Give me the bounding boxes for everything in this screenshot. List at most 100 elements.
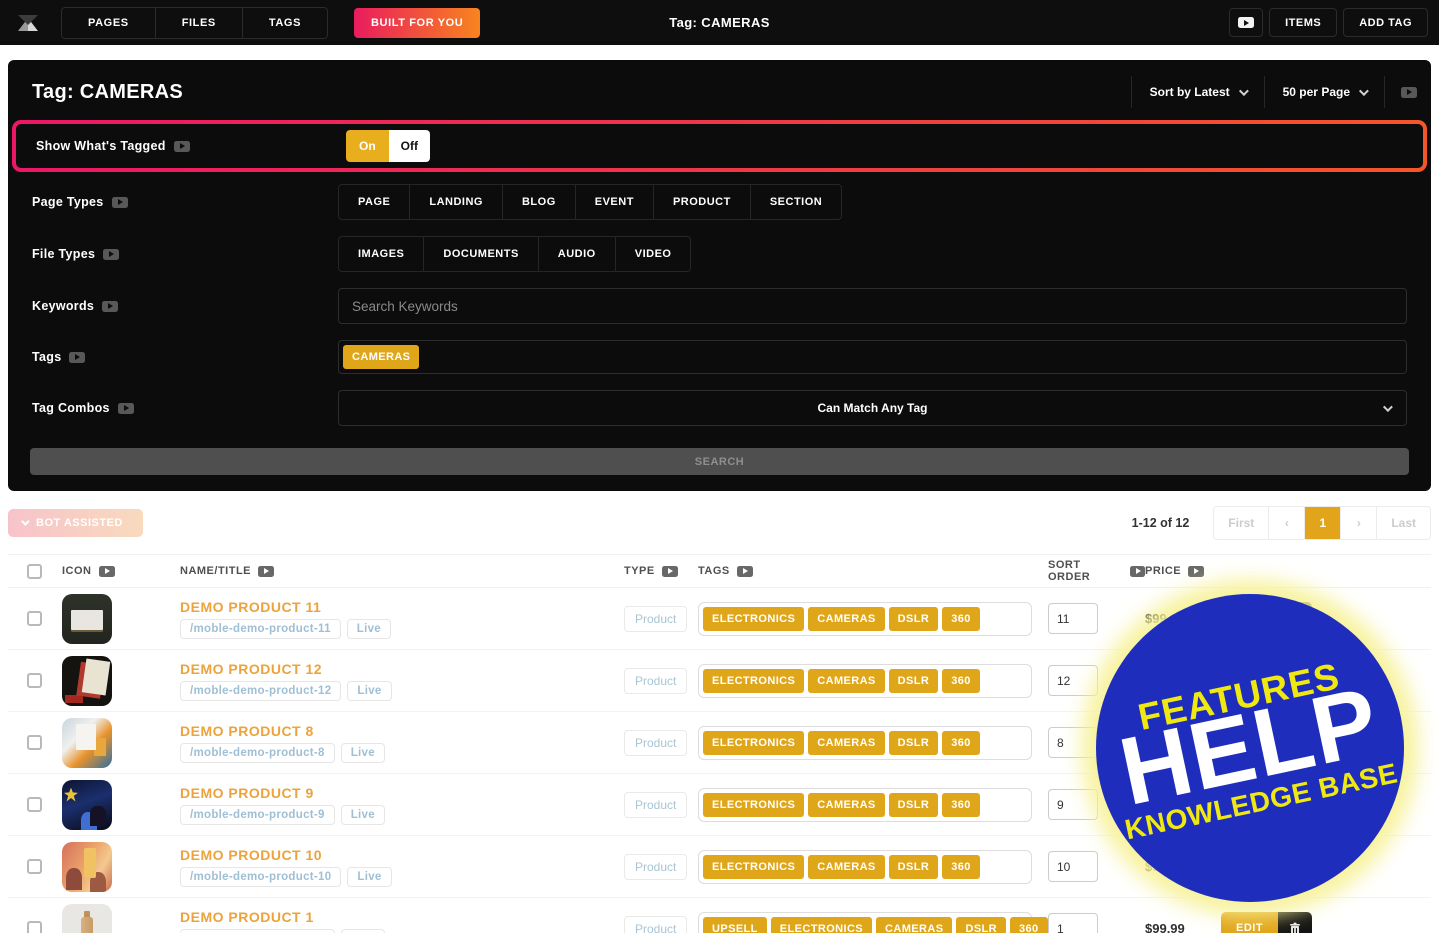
video-icon[interactable] xyxy=(258,566,274,577)
tags-box[interactable]: ELECTRONICSCAMERASDSLR360 xyxy=(698,664,1032,698)
product-slug-badge[interactable]: /moble-demo-product-11 xyxy=(180,619,341,639)
per-page-dropdown[interactable]: 50 per Page xyxy=(1264,76,1385,108)
product-title-link[interactable]: DEMO PRODUCT 1 xyxy=(180,909,624,925)
tags-box[interactable]: ELECTRONICSCAMERASDSLR360 xyxy=(698,602,1032,636)
keywords-search-input[interactable] xyxy=(338,288,1407,324)
select-all-checkbox[interactable] xyxy=(27,564,42,579)
nav-pages-button[interactable]: PAGES xyxy=(62,8,155,38)
product-slug-badge[interactable]: /moble-demo-product-1 xyxy=(180,929,335,933)
tag-pill[interactable]: 360 xyxy=(942,607,980,631)
tag-pill[interactable]: CAMERAS xyxy=(808,669,884,693)
page-type-button[interactable]: PRODUCT xyxy=(654,185,751,219)
tag-pill[interactable]: ELECTRONICS xyxy=(771,917,872,933)
row-checkbox[interactable] xyxy=(27,921,42,933)
video-icon[interactable] xyxy=(99,566,115,577)
tag-pill[interactable]: ELECTRONICS xyxy=(703,731,804,755)
row-checkbox[interactable] xyxy=(27,673,42,688)
sort-order-input[interactable] xyxy=(1048,603,1098,634)
product-thumbnail[interactable] xyxy=(62,904,112,933)
video-icon[interactable] xyxy=(662,566,678,577)
product-slug-badge[interactable]: /moble-demo-product-12 xyxy=(180,681,341,701)
help-knowledge-base-badge[interactable]: FEATURES HELP KNOWLEDGE BASE xyxy=(1096,594,1404,902)
tags-box[interactable]: UPSELLELECTRONICSCAMERASDSLR360 xyxy=(698,912,1032,933)
sort-by-dropdown[interactable]: Sort by Latest xyxy=(1131,76,1264,108)
tutorial-video-button[interactable] xyxy=(1229,8,1263,37)
product-thumbnail[interactable] xyxy=(62,594,112,644)
toggle-off-button[interactable]: Off xyxy=(389,130,430,162)
file-type-button[interactable]: VIDEO xyxy=(616,237,691,271)
row-checkbox[interactable] xyxy=(27,735,42,750)
selected-tags-field[interactable]: CAMERAS xyxy=(338,340,1407,374)
video-icon[interactable] xyxy=(118,403,134,414)
tag-pill[interactable]: DSLR xyxy=(889,607,939,631)
video-icon[interactable] xyxy=(102,301,118,312)
pagination-last-button[interactable]: Last xyxy=(1377,507,1430,539)
tag-pill[interactable]: UPSELL xyxy=(703,917,767,933)
tag-pill[interactable]: 360 xyxy=(942,731,980,755)
page-type-button[interactable]: BLOG xyxy=(503,185,576,219)
add-tag-button[interactable]: ADD TAG xyxy=(1343,8,1428,37)
product-title-link[interactable]: DEMO PRODUCT 11 xyxy=(180,599,624,615)
file-type-button[interactable]: AUDIO xyxy=(539,237,616,271)
tag-pill[interactable]: 360 xyxy=(1010,917,1048,933)
product-slug-badge[interactable]: /moble-demo-product-10 xyxy=(180,867,341,887)
sort-order-input[interactable] xyxy=(1048,913,1098,933)
pagination-first-button[interactable]: First xyxy=(1214,507,1269,539)
page-type-button[interactable]: LANDING xyxy=(410,185,503,219)
tag-pill[interactable]: ELECTRONICS xyxy=(703,607,804,631)
video-icon[interactable] xyxy=(69,352,85,363)
pagination-next-button[interactable]: › xyxy=(1341,507,1377,539)
row-checkbox[interactable] xyxy=(27,611,42,626)
tag-pill[interactable]: DSLR xyxy=(889,669,939,693)
product-title-link[interactable]: DEMO PRODUCT 12 xyxy=(180,661,624,677)
product-title-link[interactable]: DEMO PRODUCT 8 xyxy=(180,723,624,739)
page-type-button[interactable]: EVENT xyxy=(576,185,654,219)
sort-order-input[interactable] xyxy=(1048,789,1098,820)
tag-pill[interactable]: 360 xyxy=(942,669,980,693)
pagination-prev-button[interactable]: ‹ xyxy=(1269,507,1305,539)
video-icon[interactable] xyxy=(737,566,753,577)
tag-pill[interactable]: ELECTRONICS xyxy=(703,855,804,879)
file-type-button[interactable]: DOCUMENTS xyxy=(424,237,538,271)
sort-order-input[interactable] xyxy=(1048,851,1098,882)
tag-pill[interactable]: 360 xyxy=(942,793,980,817)
tags-box[interactable]: ELECTRONICSCAMERASDSLR360 xyxy=(698,788,1032,822)
edit-button[interactable]: EDIT xyxy=(1221,912,1278,933)
product-thumbnail[interactable] xyxy=(62,780,112,830)
row-checkbox[interactable] xyxy=(27,859,42,874)
page-type-button[interactable]: SECTION xyxy=(751,185,841,219)
tag-pill[interactable]: CAMERAS xyxy=(808,855,884,879)
built-for-you-button[interactable]: BUILT FOR YOU xyxy=(354,8,480,38)
tags-box[interactable]: ELECTRONICSCAMERASDSLR360 xyxy=(698,726,1032,760)
nav-files-button[interactable]: FILES xyxy=(155,8,242,38)
product-thumbnail[interactable] xyxy=(62,656,112,706)
video-icon[interactable] xyxy=(103,249,119,260)
tag-pill[interactable]: 360 xyxy=(942,855,980,879)
product-title-link[interactable]: DEMO PRODUCT 10 xyxy=(180,847,624,863)
product-slug-badge[interactable]: /moble-demo-product-9 xyxy=(180,805,335,825)
sort-order-input[interactable] xyxy=(1048,665,1098,696)
tag-pill[interactable]: ELECTRONICS xyxy=(703,669,804,693)
toggle-on-button[interactable]: On xyxy=(346,130,389,162)
product-thumbnail[interactable] xyxy=(62,842,112,892)
search-button[interactable]: SEARCH xyxy=(30,448,1409,475)
tag-pill[interactable]: DSLR xyxy=(889,855,939,879)
row-checkbox[interactable] xyxy=(27,797,42,812)
pagination-page-1-button[interactable]: 1 xyxy=(1305,507,1341,539)
tag-pill[interactable]: CAMERAS xyxy=(808,607,884,631)
tag-pill[interactable]: CAMERAS xyxy=(876,917,952,933)
file-type-button[interactable]: IMAGES xyxy=(339,237,424,271)
items-button[interactable]: ITEMS xyxy=(1269,8,1337,37)
tag-pill[interactable]: DSLR xyxy=(889,793,939,817)
tag-pill[interactable]: CAMERAS xyxy=(808,731,884,755)
product-thumbnail[interactable] xyxy=(62,718,112,768)
video-icon[interactable] xyxy=(1130,566,1145,577)
video-icon[interactable] xyxy=(174,141,190,152)
product-title-link[interactable]: DEMO PRODUCT 9 xyxy=(180,785,624,801)
product-slug-badge[interactable]: /moble-demo-product-8 xyxy=(180,743,335,763)
tag-pill[interactable]: DSLR xyxy=(956,917,1006,933)
tutorial-video-icon[interactable] xyxy=(1401,87,1417,98)
video-icon[interactable] xyxy=(112,197,128,208)
tag-combo-select[interactable]: Can Match Any Tag xyxy=(338,390,1407,426)
tags-box[interactable]: ELECTRONICSCAMERASDSLR360 xyxy=(698,850,1032,884)
